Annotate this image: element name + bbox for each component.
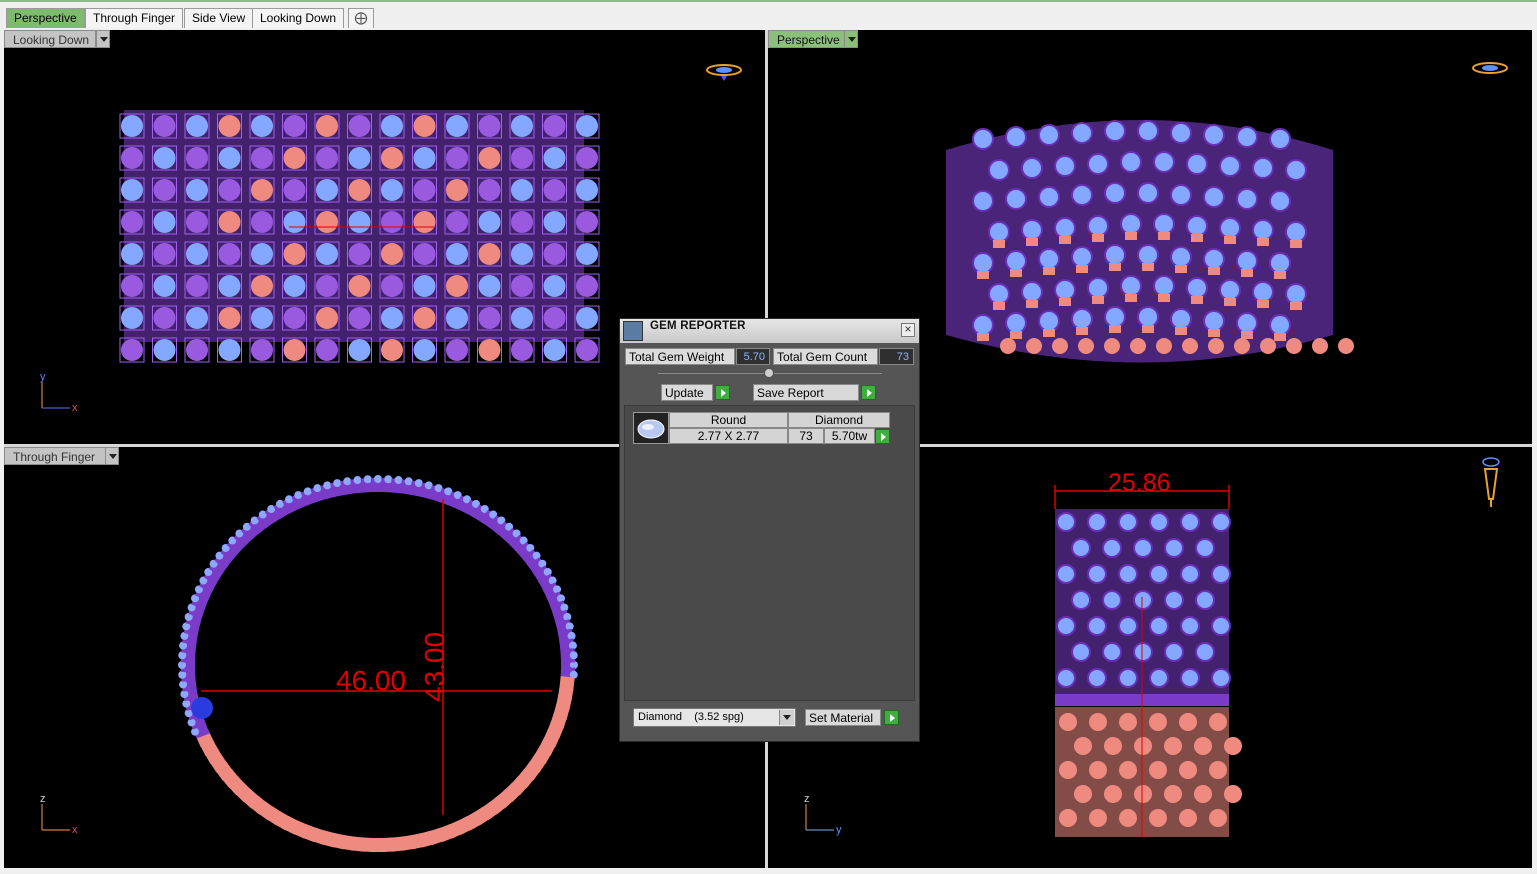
viewport-label: Perspective bbox=[768, 30, 845, 48]
gem-row-go-button[interactable] bbox=[875, 429, 890, 444]
orientation-ring-icon bbox=[1482, 457, 1500, 507]
dialog-title: GEM REPORTER bbox=[650, 320, 746, 332]
save-report-go-button[interactable] bbox=[861, 385, 876, 400]
dialog-title-bar[interactable]: GEM REPORTER × bbox=[620, 319, 919, 343]
gem-material-cell: Diamond bbox=[788, 412, 890, 428]
chevron-down-icon[interactable] bbox=[779, 710, 794, 725]
close-icon[interactable]: × bbox=[901, 323, 915, 337]
set-material-button[interactable]: Set Material bbox=[805, 709, 881, 726]
viewport-menu-dropdown[interactable] bbox=[844, 30, 858, 48]
gem-list: Round Diamond 2.77 X 2.77 73 5.70tw bbox=[624, 405, 915, 701]
orientation-ring-icon bbox=[1472, 62, 1508, 74]
side-width-dimension-label: 25.86 bbox=[1108, 469, 1171, 497]
total-gem-count-value: 73 bbox=[879, 348, 914, 365]
save-report-button[interactable]: Save Report bbox=[753, 384, 859, 401]
orientation-ring-icon bbox=[706, 64, 742, 81]
axis-triad-icon: z x bbox=[40, 793, 78, 836]
viewport-label: Looking Down bbox=[4, 30, 96, 48]
gem-count-cell: 73 bbox=[788, 428, 824, 444]
viewport-menu-dropdown[interactable] bbox=[96, 30, 110, 48]
axis-triad-icon: y x bbox=[40, 371, 78, 414]
add-tab-button[interactable]: ⨁ bbox=[348, 8, 374, 28]
gem-weight-cell: 5.70tw bbox=[824, 428, 875, 444]
tab-looking-down[interactable]: Looking Down bbox=[252, 8, 345, 28]
axis-z-label: z bbox=[804, 793, 810, 805]
axis-y-label: y bbox=[836, 824, 842, 836]
update-button[interactable]: Update bbox=[661, 384, 713, 401]
viewport-label: Through Finger bbox=[4, 447, 106, 465]
total-gem-weight-label: Total Gem Weight bbox=[625, 348, 735, 365]
material-select[interactable]: Diamond (3.52 spg) bbox=[633, 708, 796, 727]
total-gem-count-label: Total Gem Count bbox=[773, 348, 878, 365]
axis-z-label: z bbox=[40, 793, 46, 805]
update-go-button[interactable] bbox=[715, 385, 730, 400]
axis-x-label: x bbox=[72, 402, 78, 414]
tab-perspective[interactable]: Perspective bbox=[6, 8, 85, 28]
gem-size-cell: 2.77 X 2.77 bbox=[669, 428, 788, 444]
set-material-go-button[interactable] bbox=[884, 710, 899, 725]
panel-collapse-handle[interactable] bbox=[764, 368, 774, 378]
width-dimension-label: 46.00 bbox=[336, 665, 406, 696]
axis-triad-icon: z y bbox=[804, 793, 842, 836]
gem-shape-cell: Round bbox=[669, 412, 788, 428]
axis-y-label: y bbox=[40, 371, 46, 383]
tab-through-finger[interactable]: Through Finger bbox=[85, 8, 184, 28]
gem-reporter-icon bbox=[623, 321, 643, 341]
axis-x-label: x bbox=[72, 824, 78, 836]
material-select-value: Diamond (3.52 spg) bbox=[638, 711, 744, 723]
viewport-menu-dropdown[interactable] bbox=[105, 447, 119, 465]
height-dimension-label: 43.00 bbox=[419, 632, 450, 702]
view-tab-bar: Perspective Through Finger Side View Loo… bbox=[0, 2, 1537, 29]
round-gem-icon[interactable] bbox=[633, 412, 669, 444]
gem-reporter-dialog: GEM REPORTER × Total Gem Weight 5.70 Tot… bbox=[619, 318, 920, 742]
total-gem-weight-value: 5.70 bbox=[736, 348, 770, 365]
tab-side-view[interactable]: Side View bbox=[184, 8, 254, 28]
